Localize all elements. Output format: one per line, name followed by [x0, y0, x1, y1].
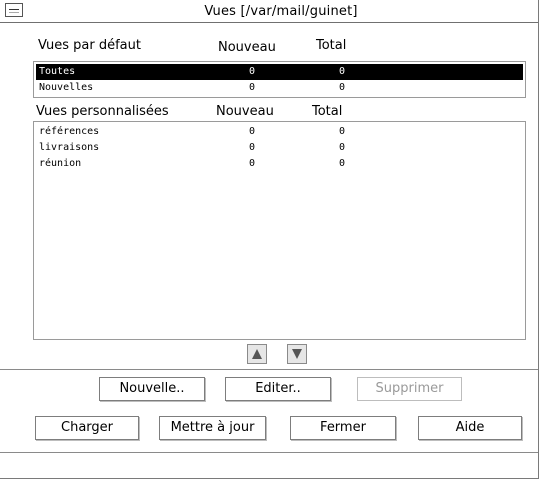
up-arrow-icon-glyph — [252, 349, 262, 359]
default-views-list[interactable]: Toutes 0 0 Nouvelles 0 0 — [33, 61, 526, 98]
close-button[interactable]: Fermer — [290, 416, 396, 440]
default-views-heading: Vues par défaut — [38, 38, 141, 53]
custom-view-row[interactable]: livraisons 0 0 — [36, 140, 523, 156]
default-view-name: Nouvelles — [39, 82, 94, 93]
update-button[interactable]: Mettre à jour — [159, 416, 266, 440]
help-button[interactable]: Aide — [418, 416, 522, 440]
views-window: Vues [/var/mail/guinet] Vues par défaut … — [0, 0, 539, 479]
custom-view-row[interactable]: réunion 0 0 — [36, 156, 523, 172]
delete-view-button[interactable]: Supprimer — [357, 377, 462, 401]
down-arrow-icon-glyph — [292, 349, 302, 359]
custom-view-total-count: 0 — [339, 142, 346, 153]
title-bar[interactable]: Vues [/var/mail/guinet] — [0, 0, 538, 23]
custom-view-name: réunion — [39, 158, 82, 169]
custom-views-list[interactable]: références 0 0 livraisons 0 0 réunion 0 … — [33, 121, 526, 340]
default-views-new-header: Nouveau — [218, 40, 276, 55]
custom-views-total-header: Total — [312, 104, 343, 119]
custom-view-new-count: 0 — [249, 158, 256, 169]
load-button[interactable]: Charger — [35, 416, 139, 440]
custom-views-heading: Vues personnalisées — [36, 104, 169, 119]
custom-view-name: livraisons — [39, 142, 100, 153]
new-view-button[interactable]: Nouvelle.. — [99, 377, 205, 401]
default-view-row-toutes[interactable]: Toutes 0 0 — [36, 64, 523, 80]
default-view-new-count: 0 — [249, 82, 256, 93]
default-view-total-count: 0 — [339, 82, 346, 93]
footer-separator — [0, 452, 538, 453]
custom-view-new-count: 0 — [249, 126, 256, 137]
down-arrow-icon[interactable] — [287, 344, 307, 364]
default-view-total-count: 0 — [339, 66, 346, 77]
custom-view-total-count: 0 — [339, 126, 346, 137]
up-arrow-icon[interactable] — [247, 344, 267, 364]
default-view-new-count: 0 — [249, 66, 256, 77]
window-title: Vues [/var/mail/guinet] — [204, 4, 358, 19]
default-view-name: Toutes — [39, 66, 76, 77]
custom-view-row[interactable]: références 0 0 — [36, 124, 523, 140]
separator — [0, 369, 538, 370]
default-view-row-nouvelles[interactable]: Nouvelles 0 0 — [36, 80, 523, 96]
custom-view-new-count: 0 — [249, 142, 256, 153]
custom-view-total-count: 0 — [339, 158, 346, 169]
custom-views-new-header: Nouveau — [216, 104, 274, 119]
custom-view-name: références — [39, 126, 100, 137]
default-views-total-header: Total — [316, 38, 347, 53]
edit-view-button[interactable]: Editer.. — [225, 377, 331, 401]
